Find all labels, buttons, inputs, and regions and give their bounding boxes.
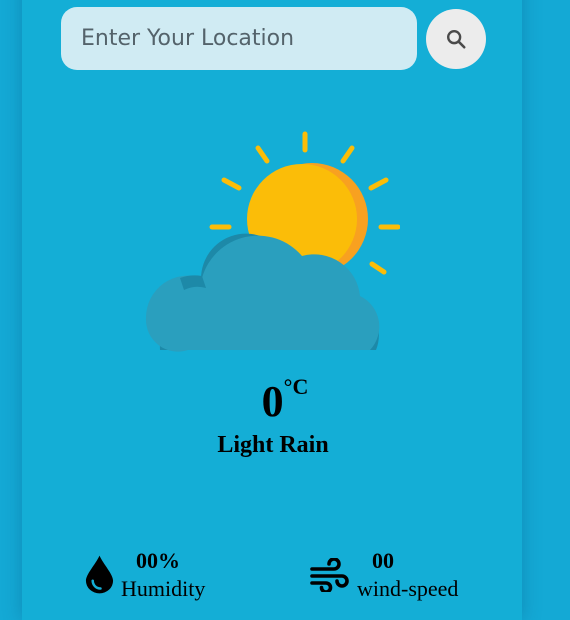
wind-speed-value: 00 bbox=[372, 548, 394, 573]
search-bar bbox=[61, 7, 487, 70]
temperature-unit: °C bbox=[283, 374, 309, 399]
search-button[interactable] bbox=[426, 9, 486, 69]
water-drop-icon bbox=[85, 555, 114, 594]
wind-speed-label: wind-speed bbox=[357, 576, 459, 601]
weather-condition: Light Rain bbox=[217, 432, 329, 458]
search-icon bbox=[447, 30, 466, 49]
temperature-value: 0 bbox=[261, 377, 284, 426]
humidity-value: 00% bbox=[136, 548, 180, 573]
wind-icon bbox=[310, 558, 349, 592]
humidity-label: Humidity bbox=[121, 576, 206, 601]
location-search-input[interactable] bbox=[61, 7, 417, 70]
partly-cloudy-icon bbox=[145, 131, 400, 352]
temperature: 0°C bbox=[0, 374, 570, 427]
